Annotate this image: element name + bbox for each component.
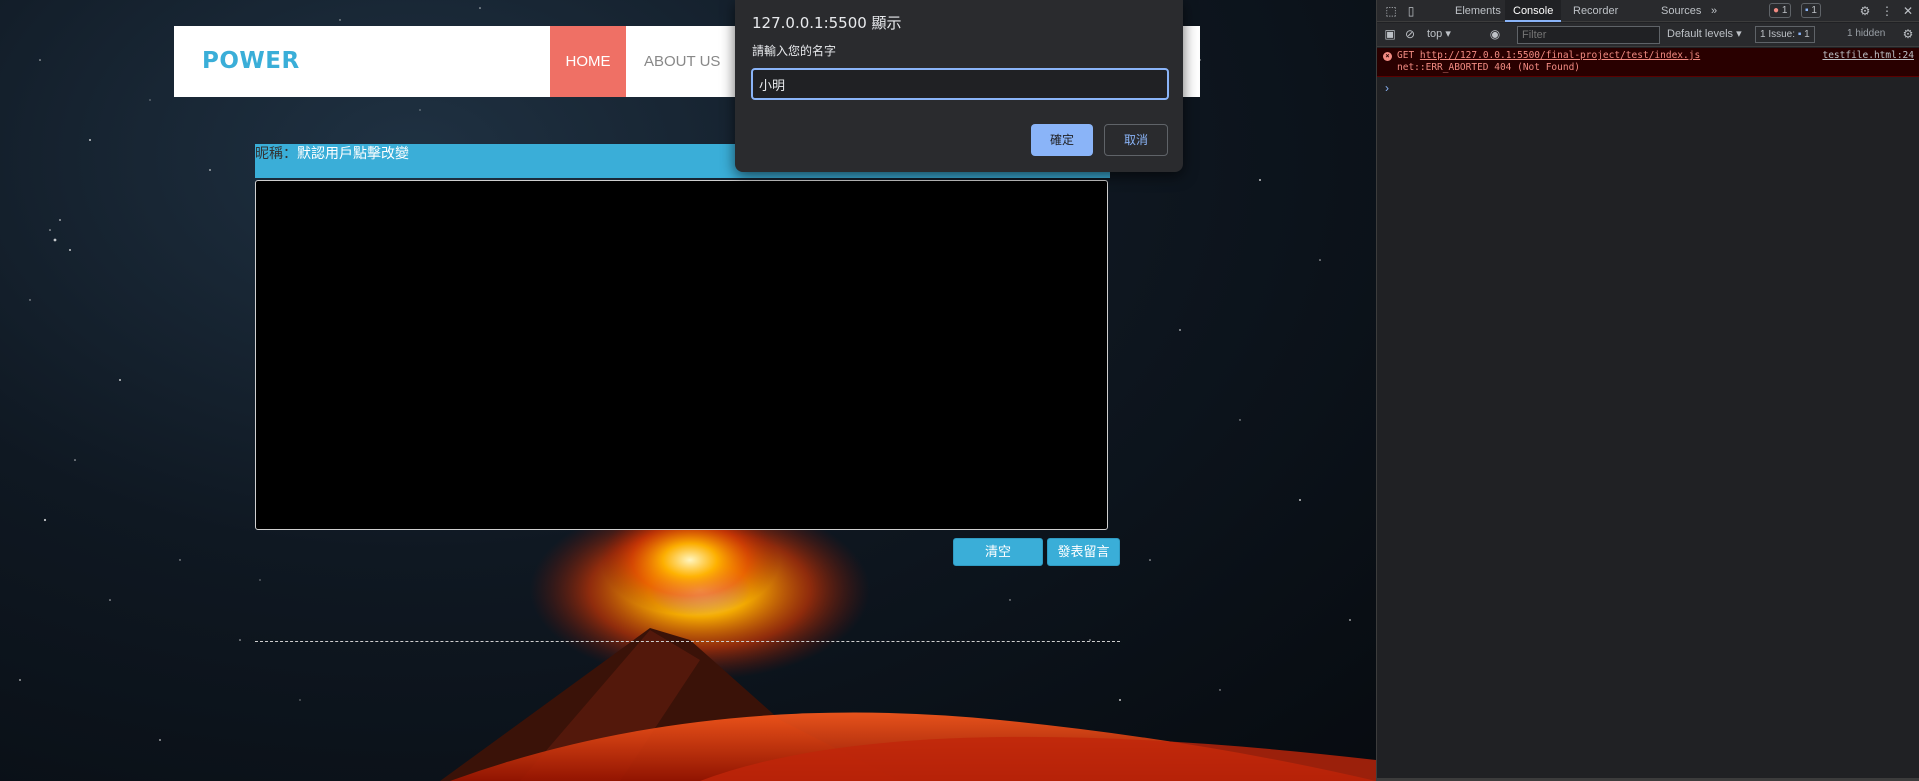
- console-error-entry: × GET http://127.0.0.1:5500/final-projec…: [1377, 48, 1919, 77]
- browser-viewport: POWER HOME ABOUT US 昵稱：默認用戶點擊改變 清空 發表留言 …: [0, 0, 1376, 781]
- hidden-count: 1 hidden: [1847, 28, 1886, 39]
- context-selector[interactable]: top ▾: [1427, 27, 1451, 40]
- name-input[interactable]: [751, 68, 1169, 100]
- error-icon: ×: [1383, 52, 1392, 61]
- error-detail: net::ERR_ABORTED 404 (Not Found): [1397, 62, 1581, 73]
- tab-recorder[interactable]: Recorder: [1565, 0, 1626, 22]
- post-message-button[interactable]: 發表留言: [1047, 538, 1120, 566]
- issues-count: 1: [1804, 29, 1810, 40]
- tab-console[interactable]: Console: [1505, 0, 1562, 22]
- close-devtools-icon[interactable]: ✕: [1900, 3, 1916, 19]
- devtools-panel: ⬚ ▯ Elements Console Recorder Sources » …: [1376, 0, 1919, 781]
- sidebar-toggle-icon[interactable]: ▣: [1382, 26, 1398, 42]
- live-expression-eye-icon[interactable]: ◉: [1487, 26, 1503, 42]
- issues-label: 1 Issue:: [1760, 29, 1796, 40]
- error-line-1: GET http://127.0.0.1:5500/final-project/…: [1397, 50, 1700, 61]
- message-count-badge[interactable]: ▪ 1: [1801, 3, 1821, 18]
- nav-about-us[interactable]: ABOUT US: [626, 26, 738, 97]
- error-url-link[interactable]: http://127.0.0.1:5500/final-project/test…: [1420, 50, 1700, 61]
- message-count: 1: [1811, 5, 1817, 16]
- console-prompt-caret[interactable]: ›: [1385, 81, 1389, 95]
- prompt-dialog: 127.0.0.1:5500 顯示 請輸入您的名字 確定 取消: [735, 0, 1183, 172]
- clear-button[interactable]: 清空: [953, 538, 1043, 566]
- nav-menu: HOME ABOUT US: [550, 26, 738, 97]
- nickname-value[interactable]: 默認用戶點擊改變: [297, 146, 409, 162]
- device-toolbar-icon[interactable]: ▯: [1403, 3, 1419, 19]
- message-icon: ▪: [1805, 5, 1809, 16]
- dialog-title: 127.0.0.1:5500 顯示: [752, 14, 902, 32]
- console-filter-input[interactable]: [1517, 26, 1660, 44]
- log-levels-dropdown[interactable]: Default levels ▾: [1667, 27, 1742, 40]
- console-settings-gear-icon[interactable]: ⚙: [1900, 26, 1916, 42]
- issues-button[interactable]: 1 Issue: ▪ 1: [1755, 26, 1815, 43]
- error-source-link[interactable]: testfile.html:24: [1822, 50, 1914, 61]
- clear-console-icon[interactable]: ⊘: [1402, 26, 1418, 42]
- nav-home[interactable]: HOME: [550, 26, 626, 97]
- more-options-icon[interactable]: ⋮: [1879, 3, 1895, 19]
- error-method: GET: [1397, 50, 1415, 61]
- context-value: top: [1427, 28, 1443, 40]
- nickname-label: 昵稱：: [255, 146, 297, 162]
- site-logo[interactable]: POWER: [202, 26, 300, 97]
- console-toolbar: ▣ ⊘ top ▾ ◉ Default levels ▾ 1 Issue: ▪ …: [1377, 23, 1919, 47]
- error-count: 1: [1781, 5, 1788, 16]
- devtools-tabbar: ⬚ ▯ Elements Console Recorder Sources » …: [1377, 0, 1919, 22]
- ok-button[interactable]: 確定: [1031, 124, 1093, 156]
- inspect-element-icon[interactable]: ⬚: [1383, 3, 1399, 19]
- error-dot-icon: ●: [1773, 5, 1780, 16]
- tab-elements[interactable]: Elements: [1447, 0, 1509, 22]
- divider: [255, 641, 1120, 642]
- settings-gear-icon[interactable]: ⚙: [1857, 3, 1873, 19]
- issue-icon: ▪: [1797, 29, 1802, 40]
- log-levels-value: Default levels: [1667, 28, 1734, 40]
- dialog-message: 請輸入您的名字: [752, 44, 837, 58]
- cancel-button[interactable]: 取消: [1104, 124, 1168, 156]
- more-tabs-icon[interactable]: »: [1711, 0, 1717, 22]
- tab-sources[interactable]: Sources: [1653, 0, 1709, 22]
- message-textarea[interactable]: [255, 180, 1108, 530]
- error-count-badge[interactable]: ● 1: [1769, 3, 1792, 18]
